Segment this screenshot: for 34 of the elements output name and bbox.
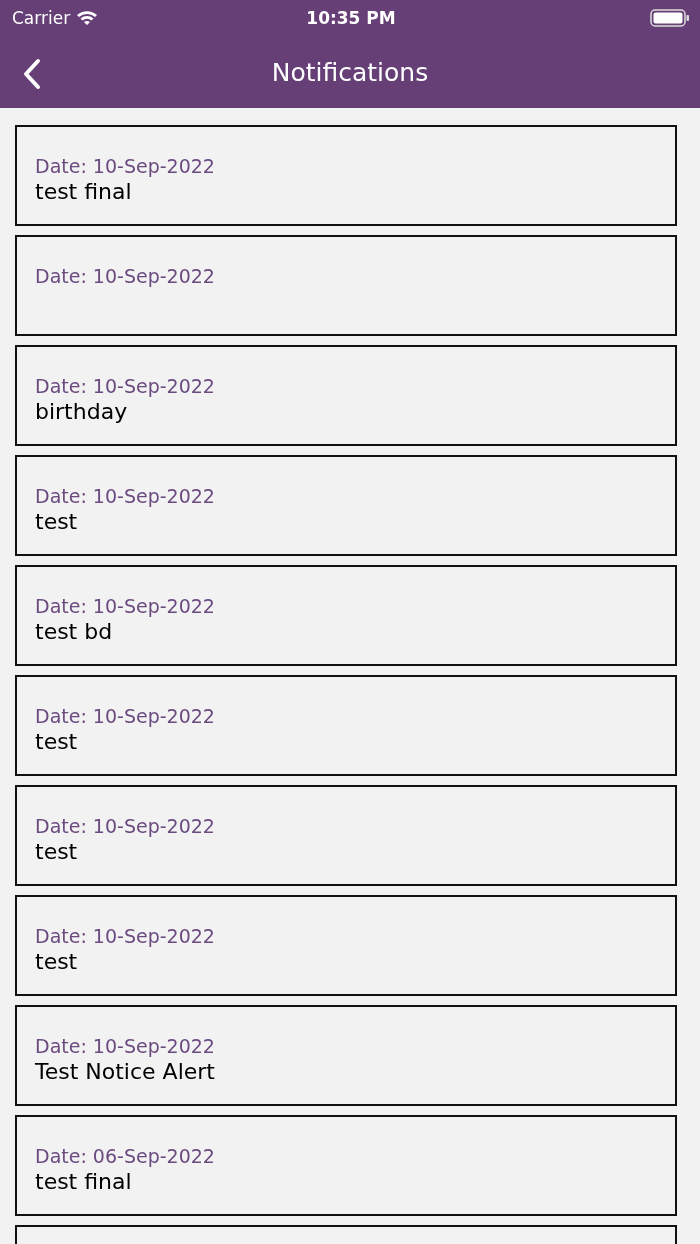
wifi-icon	[76, 10, 99, 26]
notification-card[interactable]: Date: 06-Sep-2022 test final	[15, 1115, 677, 1216]
notification-date: Date: 10-Sep-2022	[35, 155, 216, 177]
notification-card[interactable]: Date: 10-Sep-2022 test	[15, 675, 677, 776]
notification-message: test	[35, 509, 79, 534]
notification-date: Date: 10-Sep-2022	[35, 705, 216, 727]
notification-card[interactable]: Date: 10-Sep-2022 test	[15, 455, 677, 556]
notification-card[interactable]: Date: 10-Sep-2022 test	[15, 785, 677, 886]
notification-message: test	[35, 729, 79, 754]
notification-message: birthday	[35, 399, 129, 424]
notification-date: Date: 10-Sep-2022	[35, 265, 216, 287]
notification-date: Date: 10-Sep-2022	[35, 595, 216, 617]
notification-message: test	[35, 949, 79, 974]
notification-card[interactable]: Date: 10-Sep-2022 Test Notice Alert	[15, 1005, 677, 1106]
notification-card[interactable]: Date: 10-Sep-2022 birthday	[15, 345, 677, 446]
notification-date: Date: 06-Sep-2022	[35, 1145, 216, 1167]
notification-message: test bd	[35, 619, 114, 644]
notification-date: Date: 10-Sep-2022	[35, 815, 216, 837]
screen-title: Notifications	[271, 57, 429, 87]
status-time: 10:35 PM	[306, 8, 396, 28]
notification-date: Date: 10-Sep-2022	[35, 1035, 216, 1057]
notification-message: test final	[35, 179, 133, 204]
notification-card[interactable]: Date: 10-Sep-2022 test bd	[15, 565, 677, 666]
notification-date: Date: 10-Sep-2022	[35, 375, 216, 397]
notification-message: test final	[35, 1169, 133, 1194]
notification-card[interactable]: Date: 10-Sep-2022	[15, 235, 677, 336]
notification-message: Test Notice Alert	[35, 1059, 216, 1084]
battery-icon	[650, 9, 690, 27]
notification-card[interactable]: Date: 10-Sep-2022 test final	[15, 125, 677, 226]
notification-card[interactable]: Date: 10-Sep-2022 test	[15, 895, 677, 996]
notification-message: test	[35, 839, 79, 864]
carrier-label: Carrier	[12, 8, 71, 28]
notification-date: Date: 10-Sep-2022	[35, 485, 216, 507]
notification-date: Date: 10-Sep-2022	[35, 925, 216, 947]
